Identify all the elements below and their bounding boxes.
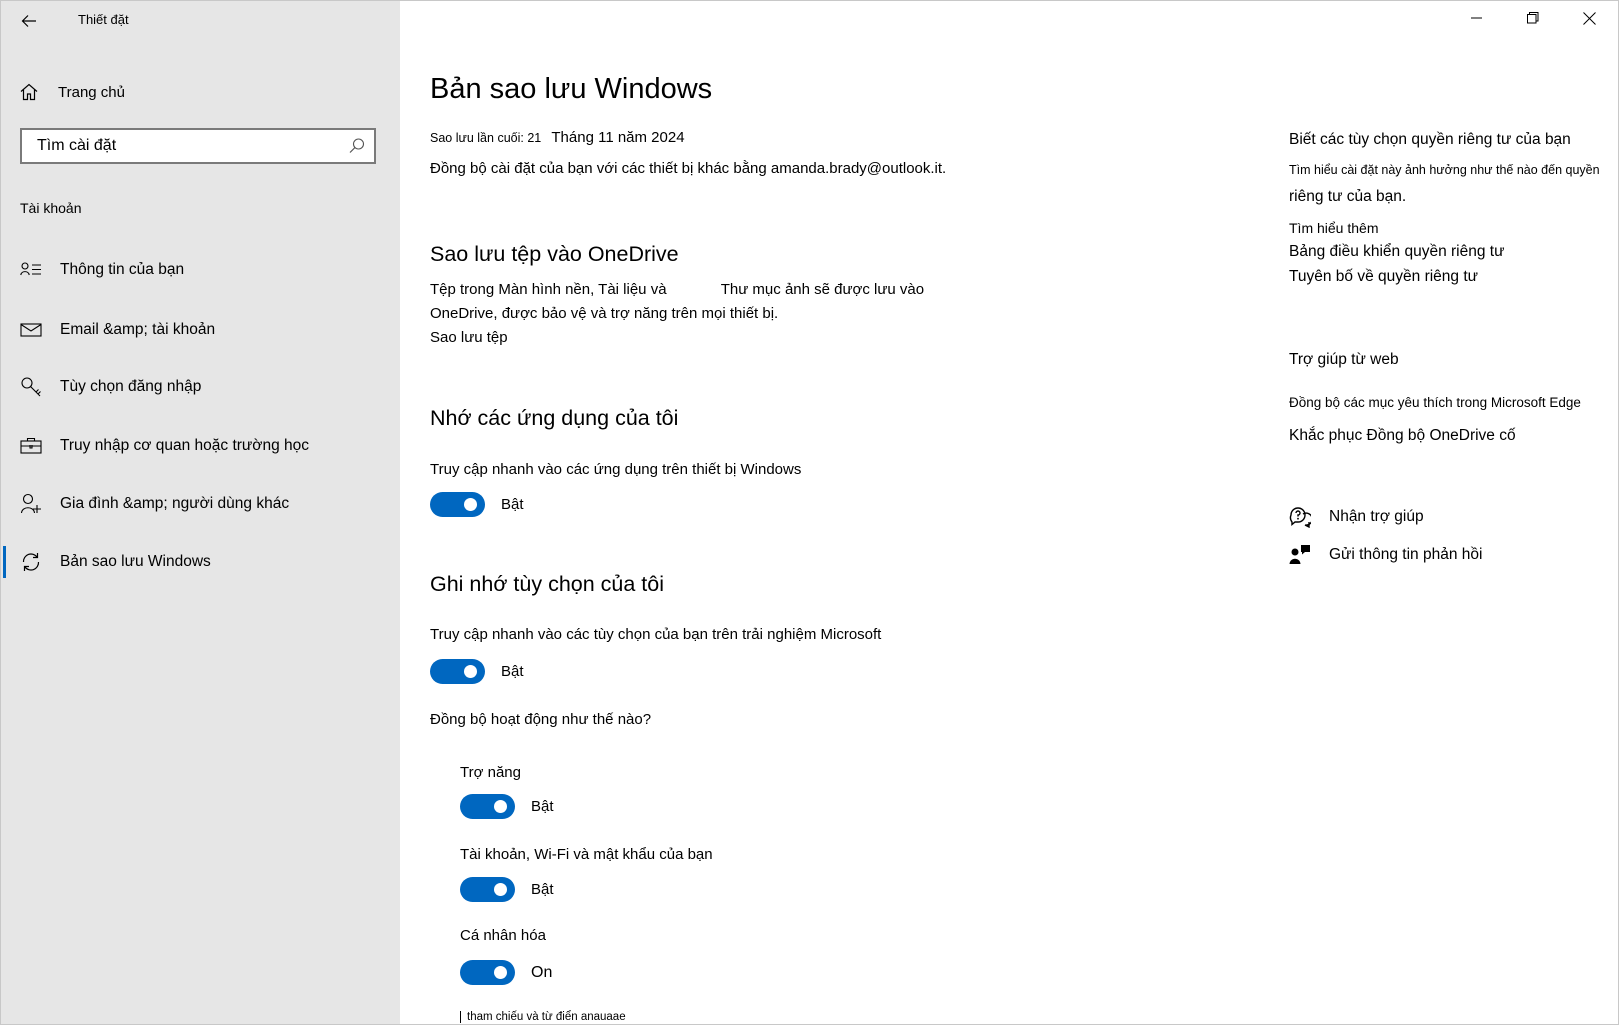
related-panel: Biết các tùy chọn quyền riêng tư của bạn… <box>1289 1 1618 1024</box>
apps-heading: Nhớ các ứng dụng của tôi <box>430 406 679 430</box>
sidebar-item-work-school[interactable]: Truy nhập cơ quan hoặc trường học <box>1 424 400 468</box>
feedback-icon <box>1289 545 1310 564</box>
last-backup-date: Tháng 11 năm 2024 <box>551 129 685 146</box>
sidebar-item-family[interactable]: Gia đình &amp; người dùng khác <box>1 482 400 526</box>
send-feedback-label: Gửi thông tin phản hồi <box>1329 546 1483 563</box>
section-label-accounts: Tài khoản <box>20 200 82 216</box>
home-icon <box>20 83 38 101</box>
apps-toggle-row: Bật <box>430 492 524 517</box>
search-input[interactable] <box>22 130 337 162</box>
privacy-dashboard-link[interactable]: Bảng điều khiển quyền riêng tư <box>1289 243 1504 261</box>
backup-files-link[interactable]: Sao lưu tệp <box>430 329 508 346</box>
accessibility-toggle-label: Bật <box>531 798 554 815</box>
cut-off-item-label: tham chiếu và từ điển anauaae <box>460 1011 626 1023</box>
toggle-knob <box>494 800 507 813</box>
last-backup-row: Sao lưu lần cuối: 21 Tháng 11 năm 2024 <box>430 129 685 146</box>
briefcase-icon <box>19 435 43 457</box>
page-title: Bản sao lưu Windows <box>430 73 713 105</box>
help-chat-icon <box>1289 507 1311 528</box>
sync-item-passwords-label: Tài khoản, Wi-Fi và mật khẩu của bạn <box>460 846 713 863</box>
main-content: Bản sao lưu Windows Sao lưu lần cuối: 21… <box>400 1 1618 1024</box>
sidebar-item-label: Truy nhập cơ quan hoặc trường học <box>60 437 309 454</box>
back-button[interactable] <box>11 5 47 37</box>
sync-item-personalization-label: Cá nhân hóa <box>460 927 546 944</box>
search-icon <box>349 138 365 153</box>
prefs-description: Truy cập nhanh vào các tùy chọn của bạn … <box>430 626 882 643</box>
prefs-heading: Ghi nhớ tùy chọn của tôi <box>430 572 665 596</box>
toggle-knob <box>464 665 477 678</box>
sync-item-accessibility-label: Trợ năng <box>460 764 521 781</box>
learn-more-link[interactable]: Tìm hiểu thêm <box>1289 220 1378 236</box>
person-add-icon <box>19 493 43 515</box>
passwords-toggle[interactable] <box>460 877 515 902</box>
home-label: Trang chủ <box>58 83 125 101</box>
onedrive-desc-line1: Tệp trong Màn hình nền, Tài liệu và Thư … <box>430 281 924 298</box>
mail-icon <box>19 319 43 341</box>
prefs-toggle-label: Bật <box>501 663 524 680</box>
sidebar-item-label: Email &amp; tài khoản <box>60 321 216 338</box>
passwords-toggle-label: Bật <box>531 881 554 898</box>
privacy-heading: Biết các tùy chọn quyền riêng tư của bạn <box>1289 131 1571 148</box>
onedrive-fix-link[interactable]: Khắc phục Đồng bộ OneDrive cố <box>1289 427 1516 445</box>
home-nav-item[interactable]: Trang chủ <box>19 77 125 107</box>
search-box[interactable] <box>20 128 376 164</box>
onedrive-desc-part2: Thư mục ảnh sẽ được lưu vào <box>720 281 925 298</box>
apps-toggle-label: Bật <box>501 496 524 513</box>
sidebar-item-email[interactable]: Email &amp; tài khoản <box>1 308 400 352</box>
apps-toggle[interactable] <box>430 492 485 517</box>
sidebar-item-label: Tùy chọn đăng nhập <box>60 378 202 395</box>
apps-description: Truy cập nhanh vào các ứng dụng trên thi… <box>430 461 802 478</box>
window-title: Thiết đặt <box>78 12 129 27</box>
settings-window: Thiết đặt Trang chủ Tài khoản <box>0 0 1619 1025</box>
toggle-knob <box>464 498 477 511</box>
personalization-toggle-label: On <box>531 963 553 981</box>
toggle-knob <box>494 883 507 896</box>
accessibility-toggle[interactable] <box>460 794 515 819</box>
sidebar-item-label: Bản sao lưu Windows <box>60 553 211 570</box>
prefs-toggle[interactable] <box>430 659 485 684</box>
sync-item-accessibility-row: Bật <box>460 794 554 819</box>
onedrive-desc-part1: Tệp trong Màn hình nền, Tài liệu và <box>430 281 667 298</box>
last-backup-label: Sao lưu lần cuối: 21 <box>430 131 542 145</box>
web-help-heading: Trợ giúp từ web <box>1289 351 1399 368</box>
sidebar-item-sign-in-options[interactable]: Tùy chọn đăng nhập <box>1 365 400 409</box>
sidebar: Thiết đặt Trang chủ Tài khoản <box>1 1 400 1024</box>
get-help-label: Nhận trợ giúp <box>1329 508 1424 525</box>
sync-icon <box>19 551 43 573</box>
sync-item-personalization-row: On <box>460 960 552 985</box>
sidebar-item-label: Thông tin của bạn <box>60 261 185 278</box>
sidebar-item-your-info[interactable]: Thông tin của bạn <box>1 248 400 292</box>
onedrive-desc-line2: OneDrive, được bảo vệ và trợ năng trên m… <box>430 305 779 322</box>
active-indicator <box>3 546 6 578</box>
onedrive-heading: Sao lưu tệp vào OneDrive <box>430 242 679 266</box>
edge-sync-link[interactable]: Đồng bộ các mục yêu thích trong Microsof… <box>1289 395 1581 410</box>
how-sync-works-link[interactable]: Đồng bộ hoạt động như thế nào? <box>430 711 651 728</box>
personalization-toggle[interactable] <box>460 960 515 985</box>
back-arrow-icon <box>21 15 36 27</box>
privacy-desc-line2: riêng tư của bạn. <box>1289 188 1407 205</box>
sidebar-item-windows-backup[interactable]: Bản sao lưu Windows <box>1 540 400 584</box>
sync-description: Đồng bộ cài đặt của bạn với các thiết bị… <box>430 160 947 177</box>
key-icon <box>19 376 43 398</box>
toggle-knob <box>494 966 507 979</box>
prefs-toggle-row: Bật <box>430 659 524 684</box>
privacy-statement-link[interactable]: Tuyên bố về quyền riêng tư <box>1289 268 1478 286</box>
get-help-link[interactable]: Nhận trợ giúp <box>1289 506 1424 528</box>
sidebar-item-label: Gia đình &amp; người dùng khác <box>60 495 290 512</box>
privacy-desc-line1: Tìm hiểu cài đặt này ảnh hưởng như thế n… <box>1289 163 1600 177</box>
person-card-icon <box>19 259 43 281</box>
send-feedback-link[interactable]: Gửi thông tin phản hồi <box>1289 544 1482 566</box>
sync-item-passwords-row: Bật <box>460 877 554 902</box>
